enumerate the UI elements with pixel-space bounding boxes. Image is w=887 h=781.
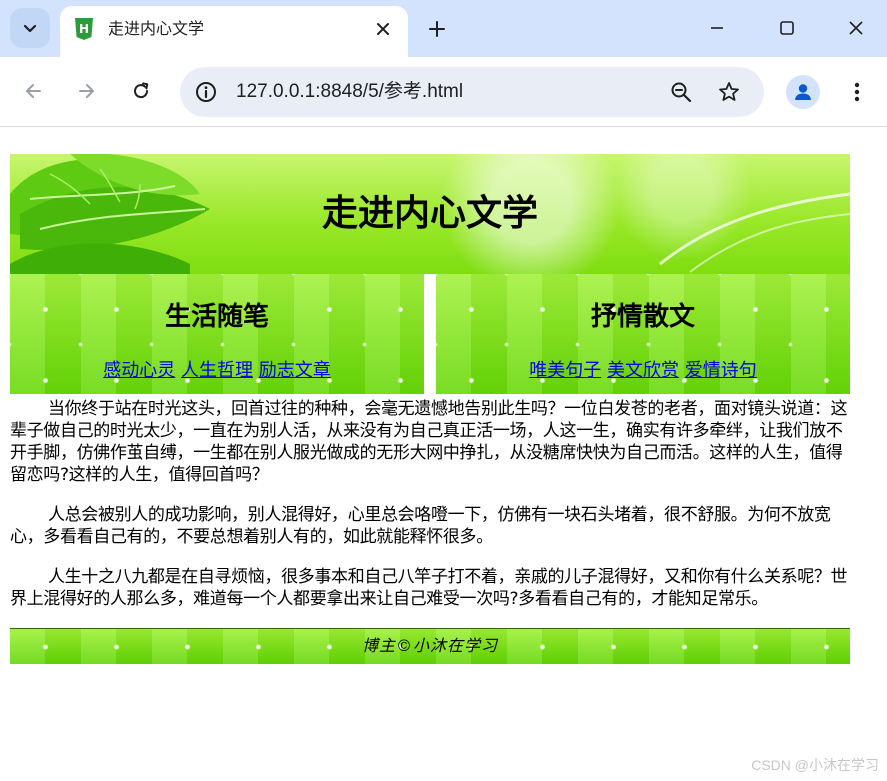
active-tab[interactable]: H 走进内心文学 (60, 6, 408, 57)
forward-button[interactable] (69, 73, 105, 109)
favicon-letter: H (79, 22, 89, 36)
profile-icon (795, 84, 811, 100)
html5-favicon-icon: H (75, 18, 93, 40)
reload-icon (134, 82, 149, 99)
page-footer: 博主©小沐在学习 (10, 628, 850, 664)
star-icon (719, 82, 739, 101)
maximize-button[interactable] (767, 10, 807, 46)
column-life-essays: 生活随笔 感动心灵 人生哲理 励志文章 (10, 274, 424, 394)
page-title: 走进内心文学 (321, 193, 538, 234)
column-title: 生活随笔 (164, 302, 269, 332)
link-beautiful-sentences[interactable]: 唯美句子 (529, 360, 601, 381)
reload-button[interactable] (123, 73, 159, 109)
profile-button[interactable] (786, 75, 820, 109)
link-essay-appreciation[interactable]: 美文欣赏 (607, 360, 679, 381)
zoom-icon (671, 82, 692, 103)
address-bar[interactable]: 127.0.0.1:8848/5/参考.html (180, 67, 764, 117)
article-body: 当你终于站在时光这头，回首过往的种种，会毫无遗憾地告别此生吗？一位白发苍的老者，… (10, 398, 850, 610)
tab-strip: H 走进内心文学 (0, 0, 887, 57)
header-banner: 走进内心文学 (10, 154, 850, 274)
more-vertical-icon (854, 82, 860, 102)
zoom-button[interactable] (665, 76, 697, 108)
forward-arrow-icon (79, 84, 94, 98)
tab-close-button[interactable] (370, 16, 396, 42)
site-info-button[interactable] (192, 78, 220, 106)
close-icon (849, 21, 863, 35)
page-content: 走进内心文学 生活随笔 感动心灵 人生哲理 励志文章 抒情散文 唯美句子 美文欣… (10, 154, 850, 664)
link-life-philosophy[interactable]: 人生哲理 (181, 360, 253, 381)
browser-menu-button[interactable] (842, 75, 872, 109)
link-touching-soul[interactable]: 感动心灵 (103, 360, 175, 381)
back-arrow-icon (26, 84, 41, 98)
article-paragraph: 人生十之八九都是在自寻烦恼，很多事本和自己八竿子打不着，亲戚的儿子混得好，又和你… (10, 567, 848, 609)
close-window-button[interactable] (836, 10, 876, 46)
link-inspirational-articles[interactable]: 励志文章 (259, 360, 331, 381)
tab-search-button[interactable] (10, 8, 50, 48)
column-title: 抒情散文 (590, 302, 695, 332)
link-love-poems[interactable]: 爱情诗句 (685, 360, 757, 381)
plus-icon (429, 21, 445, 37)
minimize-icon (711, 27, 723, 29)
column-lyrical-prose: 抒情散文 唯美句子 美文欣赏 爱情诗句 (436, 274, 850, 394)
tab-title: 走进内心文学 (108, 19, 205, 38)
close-icon (377, 23, 389, 35)
column-links: 唯美句子 美文欣赏 爱情诗句 (436, 359, 850, 383)
csdn-watermark: CSDN @小沐在学习 (751, 757, 879, 773)
url-text: 127.0.0.1:8848/5/参考.html (236, 81, 464, 102)
maximize-icon (780, 21, 794, 35)
minimize-button[interactable] (697, 10, 737, 46)
column-links: 感动心灵 人生哲理 励志文章 (10, 359, 424, 383)
chevron-down-icon (23, 24, 37, 33)
bookmark-button[interactable] (713, 76, 745, 108)
browser-toolbar: 127.0.0.1:8848/5/参考.html (0, 57, 887, 127)
article-paragraph: 人总会被别人的成功影响，别人混得好，心里总会咯噔一下，仿佛有一块石头堵着，很不舒… (10, 505, 831, 547)
new-tab-button[interactable] (420, 12, 454, 46)
category-columns: 生活随笔 感动心灵 人生哲理 励志文章 抒情散文 唯美句子 美文欣赏 爱情诗句 (10, 274, 850, 394)
article-paragraph: 当你终于站在时光这头，回首过往的种种，会毫无遗憾地告别此生吗？一位白发苍的老者，… (10, 399, 848, 485)
info-icon (196, 82, 216, 102)
back-button[interactable] (15, 73, 51, 109)
